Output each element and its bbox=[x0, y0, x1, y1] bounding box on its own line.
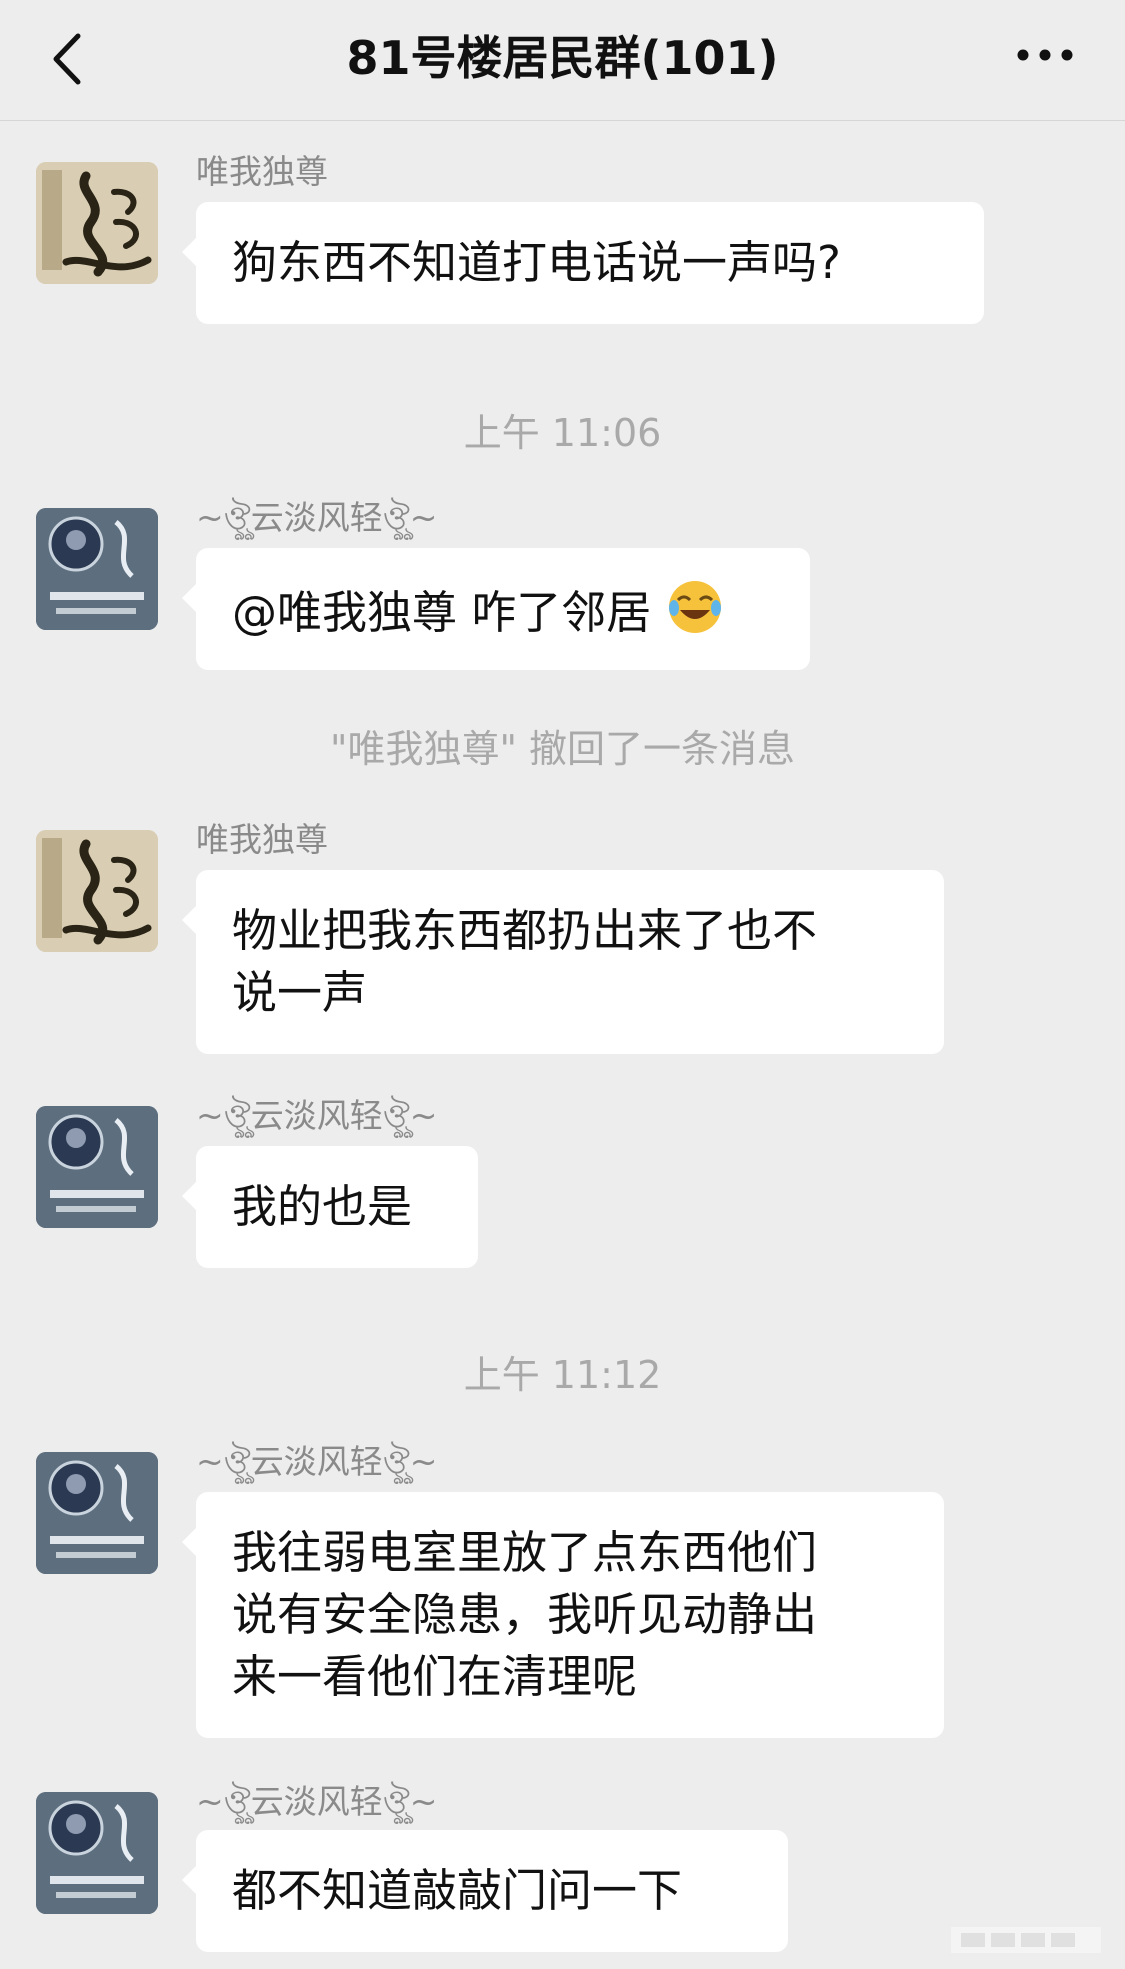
sender-name: 唯我独尊 bbox=[196, 820, 328, 859]
message-text: @唯我独尊 咋了邻居 bbox=[232, 586, 652, 639]
message-text: 都不知道敲敲门问一下 bbox=[232, 1864, 683, 1917]
avatar[interactable] bbox=[36, 1452, 158, 1574]
avatar[interactable] bbox=[36, 162, 158, 284]
chat-title: 81号楼居民群(101) bbox=[346, 31, 779, 85]
avatar[interactable] bbox=[36, 1792, 158, 1914]
more-button[interactable] bbox=[1005, 30, 1085, 80]
message-text: 狗东西不知道打电话说一声吗? bbox=[232, 236, 841, 289]
tears-of-joy-icon bbox=[668, 581, 721, 633]
message-bubble[interactable]: @唯我独尊 咋了邻居 bbox=[182, 548, 810, 670]
message-line: 我往弱电室里放了点东西他们 bbox=[232, 1526, 818, 1579]
message-line: 说一声 bbox=[232, 966, 368, 1019]
more-dots-icon bbox=[1017, 49, 1073, 61]
timestamp: 上午 11:06 bbox=[463, 411, 662, 455]
message-line: 来一看他们在清理呢 bbox=[232, 1650, 638, 1703]
message-bubble[interactable]: 狗东西不知道打电话说一声吗? bbox=[182, 202, 984, 324]
watermark bbox=[951, 1919, 1101, 1959]
message-bubble[interactable]: 物业把我东西都扔出来了也不 说一声 bbox=[182, 870, 944, 1054]
message-bubble[interactable]: 都不知道敲敲门问一下 bbox=[182, 1830, 788, 1952]
message-bubble[interactable]: 我往弱电室里放了点东西他们 说有安全隐患，我听见动静出 来一看他们在清理呢 bbox=[182, 1492, 944, 1738]
sender-name: ~ঔৣ云淡风轻ঔৣ~ bbox=[196, 498, 438, 537]
avatar[interactable] bbox=[36, 508, 158, 630]
sender-name: ~ঔৣ云淡风轻ঔৣ~ bbox=[196, 1442, 438, 1481]
chat-header: 81号楼居民群(101) bbox=[0, 0, 1125, 121]
message-bubble[interactable]: 我的也是 bbox=[182, 1146, 478, 1268]
timestamp: 上午 11:12 bbox=[463, 1353, 662, 1397]
avatar[interactable] bbox=[36, 830, 158, 952]
message-line: 物业把我东西都扔出来了也不 bbox=[232, 904, 818, 957]
message-text: 我的也是 bbox=[232, 1180, 413, 1233]
sender-name: ~ঔৣ云淡风轻ঔৣ~ bbox=[196, 1782, 438, 1821]
avatar[interactable] bbox=[36, 1106, 158, 1228]
recall-notice: "唯我独尊" 撤回了一条消息 bbox=[329, 727, 796, 771]
sender-name: ~ঔৣ云淡风轻ঔৣ~ bbox=[196, 1096, 438, 1135]
message-line: 说有安全隐患，我听见动静出 bbox=[232, 1588, 818, 1641]
sender-name: 唯我独尊 bbox=[196, 152, 328, 191]
